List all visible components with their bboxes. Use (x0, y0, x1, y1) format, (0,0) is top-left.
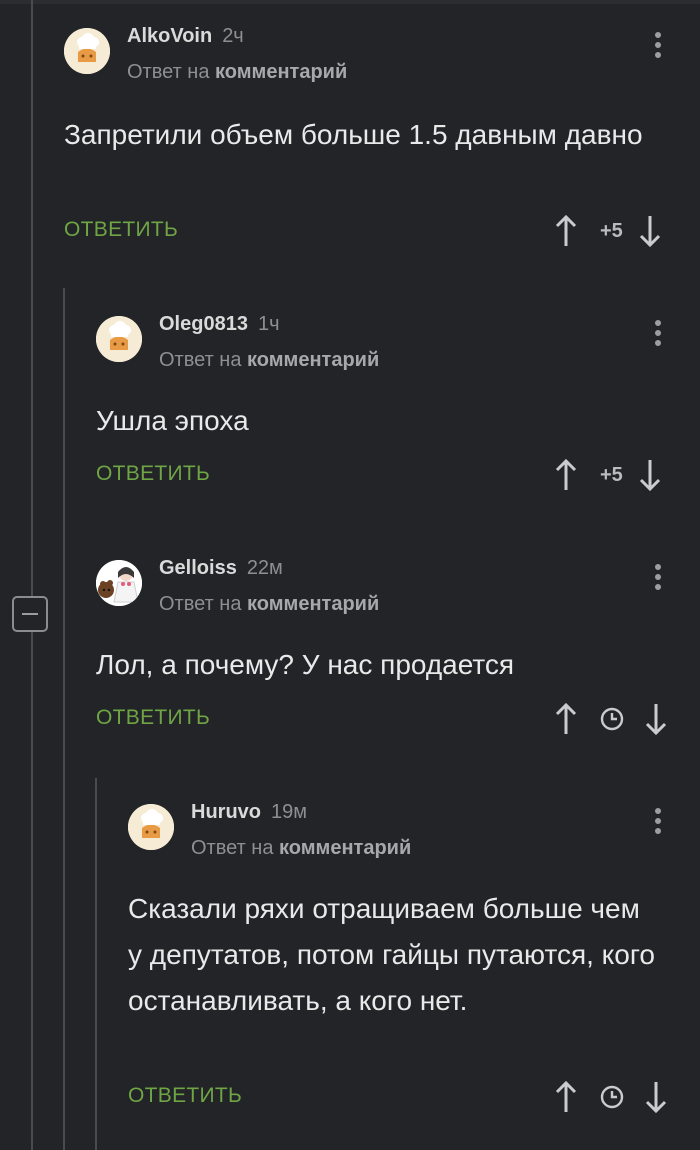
thread-line-level-3 (95, 778, 97, 1150)
reply-button[interactable]: ОТВЕТИТЬ (64, 218, 178, 242)
clock-icon (600, 707, 624, 731)
author-name[interactable]: Gelloiss (159, 557, 237, 579)
thread-line-level-1 (31, 0, 33, 596)
downvote-arrow-icon[interactable] (638, 458, 662, 492)
upvote-arrow-icon[interactable] (554, 458, 578, 492)
comment-body: Запретили объем больше 1.5 давным давно (64, 119, 643, 150)
thread-line-level-1 (31, 632, 33, 1150)
more-options-icon[interactable] (654, 320, 662, 350)
reply-target-link[interactable]: комментарий (279, 837, 411, 859)
comment-author[interactable]: Huruvo 19м (191, 801, 307, 824)
comment-score: +5 (600, 464, 623, 486)
downvote-arrow-icon[interactable] (644, 702, 668, 736)
more-options-icon[interactable] (654, 32, 662, 62)
avatar[interactable] (96, 316, 142, 362)
author-name[interactable]: Oleg0813 (159, 313, 248, 335)
more-options-icon[interactable] (654, 564, 662, 594)
comment-score: +5 (600, 220, 623, 242)
reply-prefix: Ответ на (191, 837, 274, 859)
downvote-arrow-icon[interactable] (644, 1080, 668, 1114)
vote-controls (554, 702, 674, 738)
avatar[interactable] (128, 804, 174, 850)
reply-target-link[interactable]: комментарий (247, 593, 379, 615)
chef-avatar-icon (64, 28, 110, 74)
comment-time: 19м (271, 801, 307, 823)
reply-target-link[interactable]: комментарий (215, 61, 347, 83)
more-options-icon[interactable] (654, 808, 662, 838)
reply-to-line: Ответ на комментарий (159, 349, 379, 372)
vote-controls: +5 (554, 458, 674, 494)
reply-button[interactable]: ОТВЕТИТЬ (96, 462, 210, 486)
upvote-arrow-icon[interactable] (554, 1080, 578, 1114)
reply-to-line: Ответ на комментарий (191, 837, 411, 860)
collapse-thread-button[interactable] (12, 596, 48, 632)
author-name[interactable]: Huruvo (191, 801, 261, 823)
comment-time: 2ч (222, 25, 244, 47)
reply-prefix: Ответ на (127, 61, 210, 83)
comment-time: 22м (246, 557, 283, 579)
anime-character-avatar-icon (96, 560, 142, 606)
comment-author[interactable]: AlkoVoin 2ч (127, 25, 244, 48)
clock-icon (600, 1085, 624, 1109)
author-name[interactable]: AlkoVoin (127, 25, 212, 47)
comment-body: Ушла эпоха (96, 405, 249, 436)
avatar[interactable] (64, 28, 110, 74)
avatar[interactable] (96, 560, 142, 606)
chef-avatar-icon (96, 316, 142, 362)
reply-button[interactable]: ОТВЕТИТЬ (96, 706, 210, 730)
vote-controls (554, 1080, 674, 1116)
comment-body: Сказали ряхи отращиваем больше чем у деп… (128, 893, 655, 1016)
reply-prefix: Ответ на (159, 593, 242, 615)
comment-time: 1ч (257, 313, 280, 335)
thread-line-level-2 (63, 288, 65, 1150)
reply-to-line: Ответ на комментарий (159, 593, 379, 616)
comment-author[interactable]: Oleg0813 1ч (159, 313, 280, 336)
chef-avatar-icon (128, 804, 174, 850)
reply-to-line: Ответ на комментарий (127, 61, 347, 84)
comment-body: Лол, а почему? У нас продается (96, 649, 515, 680)
top-divider (0, 0, 700, 4)
reply-prefix: Ответ на (159, 349, 242, 371)
reply-button[interactable]: ОТВЕТИТЬ (128, 1084, 242, 1108)
upvote-arrow-icon[interactable] (554, 702, 578, 736)
vote-controls: +5 (554, 214, 674, 250)
comment-author[interactable]: Gelloiss 22м (159, 557, 283, 580)
upvote-arrow-icon[interactable] (554, 214, 578, 248)
downvote-arrow-icon[interactable] (638, 214, 662, 248)
reply-target-link[interactable]: комментарий (247, 349, 379, 371)
